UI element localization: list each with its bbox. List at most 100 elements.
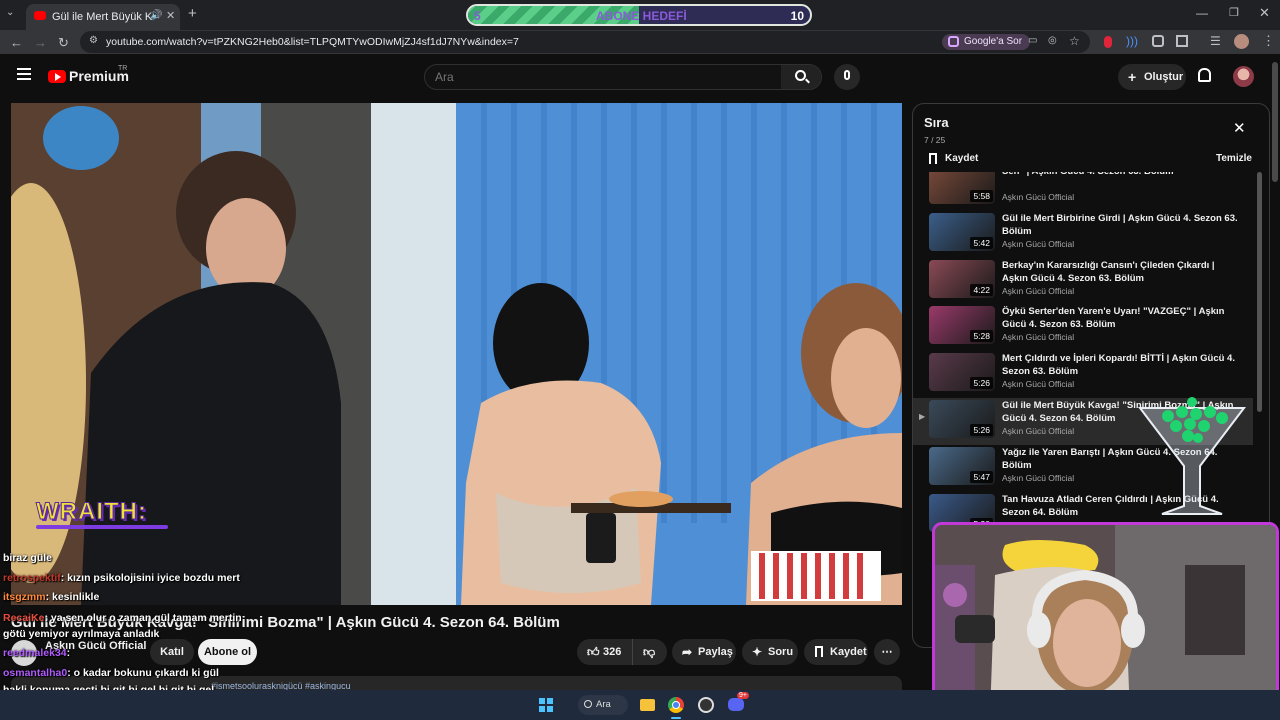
description-hashtags: #ismetsoolurasknigücü #askingucu bbox=[211, 681, 351, 690]
extensions-puzzle-icon[interactable]: ☰ bbox=[1210, 34, 1221, 48]
subscribe-button[interactable]: Abone ol bbox=[198, 639, 257, 665]
webcam-image bbox=[935, 525, 1276, 716]
taskbar-search[interactable]: Ara bbox=[578, 695, 628, 715]
bookmark-star-icon[interactable]: ☆ bbox=[1069, 34, 1080, 48]
share-arrow-icon: ➦ bbox=[682, 645, 693, 659]
plus-icon: + bbox=[1128, 69, 1137, 85]
dislike-button[interactable]: 👎︎ bbox=[637, 639, 665, 665]
extension-frame-icon[interactable] bbox=[1176, 35, 1188, 47]
app-circle-icon[interactable] bbox=[698, 697, 714, 713]
like-count: 326 bbox=[603, 646, 622, 658]
close-queue-icon[interactable]: ✕ bbox=[1233, 119, 1246, 137]
queue-item-title: Öykü Serter'den Yaren'e Uyarı! "VAZGEÇ" … bbox=[1002, 306, 1225, 331]
extension-wave-icon[interactable]: ))) bbox=[1126, 34, 1138, 48]
queue-item-channel: Aşkın Gücü Official bbox=[1002, 192, 1075, 202]
start-windows-icon[interactable] bbox=[539, 698, 553, 712]
extension-red-icon[interactable] bbox=[1104, 36, 1112, 48]
profile-avatar-icon[interactable] bbox=[1234, 34, 1249, 49]
youtube-play-icon bbox=[48, 70, 66, 83]
browser-tab-bar: ⌄ Gül ile Mert Büyük Kavga! "Sinirimi Bo… bbox=[0, 0, 1280, 30]
create-button[interactable]: + Oluştur bbox=[1118, 64, 1186, 90]
join-button[interactable]: Katıl bbox=[150, 639, 194, 665]
queue-item[interactable]: 5:28 Öykü Serter'den Yaren'e Uyarı! "VAZG… bbox=[913, 304, 1253, 351]
voice-search-button[interactable] bbox=[834, 64, 860, 90]
minimize-button[interactable]: — bbox=[1196, 6, 1208, 20]
share-label: Paylaş bbox=[698, 646, 733, 658]
discord-badge: 9+ bbox=[737, 692, 749, 699]
chat-message: reedmalek34: bbox=[3, 647, 70, 659]
queue-thumbnail: 5:26 bbox=[929, 400, 995, 438]
search-button[interactable] bbox=[781, 65, 821, 89]
chat-username: retrospektif bbox=[3, 572, 61, 584]
queue-scrollbar[interactable] bbox=[1257, 172, 1262, 412]
like-dislike-group: 👍︎ 326 👎︎ bbox=[577, 639, 667, 665]
chrome-icon[interactable] bbox=[668, 697, 684, 713]
queue-item-title: Mert Çıldırdı ve İpleri Kopardı! BİTTİ |… bbox=[1002, 353, 1235, 378]
microphone-icon bbox=[844, 70, 850, 80]
queue-item[interactable]: 5:42 Gül ile Mert Birbirine Girdi | Aşkın… bbox=[913, 211, 1253, 258]
queue-title: Sıra bbox=[924, 115, 949, 130]
google-ask-label: Google'a Sor bbox=[964, 36, 1023, 47]
share-button[interactable]: ➦ Paylaş bbox=[672, 639, 736, 665]
queue-item-channel: Aşkın Gücü Official bbox=[1002, 238, 1075, 249]
speaker-icon[interactable]: 🔊 bbox=[150, 10, 162, 21]
chat-message: biraz güle bbox=[3, 552, 52, 564]
discord-icon[interactable] bbox=[728, 698, 744, 711]
taskbar-search-label: Ara bbox=[596, 699, 611, 710]
forward-arrow-icon[interactable]: → bbox=[34, 35, 47, 50]
tab-close-icon[interactable]: ✕ bbox=[166, 9, 175, 22]
queue-duration: 5:58 bbox=[970, 190, 993, 202]
save-button[interactable]: Kaydet bbox=[804, 639, 868, 665]
more-actions-button[interactable]: ⋯ bbox=[874, 639, 900, 665]
reload-icon[interactable]: ↻ bbox=[58, 35, 69, 51]
thumbs-up-icon: 👍︎ bbox=[587, 645, 600, 659]
queue-thumbnail: 5:28 bbox=[929, 306, 995, 345]
maximize-button[interactable]: ❐ bbox=[1229, 6, 1239, 19]
queue-item-channel: Aşkın Gücü Official bbox=[1002, 472, 1075, 483]
clear-queue-button[interactable]: Temizle bbox=[1216, 153, 1252, 164]
file-explorer-icon[interactable] bbox=[640, 699, 655, 711]
wraith-text: WRAITH: bbox=[36, 498, 147, 526]
google-ask-button[interactable]: Google'a Sor bbox=[942, 34, 1031, 50]
page-scrollbar[interactable] bbox=[1272, 62, 1278, 182]
chat-username: RecaiKe bbox=[3, 612, 45, 624]
account-avatar[interactable] bbox=[1233, 66, 1254, 87]
browser-menu-icon[interactable]: ⋮ bbox=[1262, 33, 1275, 49]
queue-item[interactable]: 5:58 Sen" | Aşkın Gücü 4. Sezon 63. Bölüm… bbox=[913, 172, 1253, 211]
browser-tab-active[interactable]: Gül ile Mert Büyük Kavga! "Sinirimi Bozm… bbox=[26, 4, 180, 30]
like-button[interactable]: 👍︎ 326 bbox=[577, 639, 633, 665]
site-info-icon[interactable]: ⚙ bbox=[89, 35, 98, 46]
hamburger-menu-icon[interactable] bbox=[17, 68, 31, 80]
browser-toolbar: ← → ↻ ⚙ youtube.com/watch?v=tPZKNG2Heb0&… bbox=[0, 30, 1280, 54]
queue-duration: 5:42 bbox=[970, 236, 993, 249]
eye-off-icon[interactable]: ◎ bbox=[1048, 35, 1057, 46]
notifications-bell-icon[interactable] bbox=[1198, 68, 1211, 82]
back-arrow-icon[interactable]: ← bbox=[10, 35, 23, 50]
chat-text: : o kadar bokunu çıkardı ki gül bbox=[67, 667, 219, 679]
thumbs-down-icon: 👎︎ bbox=[643, 645, 656, 659]
chat-username: osmantalha0 bbox=[3, 667, 68, 679]
ask-button[interactable]: ✦ Soru bbox=[742, 639, 798, 665]
search-icon bbox=[584, 700, 592, 708]
chat-username: reedmalek34 bbox=[3, 647, 67, 659]
address-bar[interactable]: ⚙ youtube.com/watch?v=tPZKNG2Heb0&list=T… bbox=[80, 31, 1090, 53]
chat-message: osmantalha0: o kadar bokunu çıkardı ki g… bbox=[3, 667, 219, 679]
close-window-button[interactable]: ✕ bbox=[1259, 5, 1270, 21]
tab-list-button[interactable]: ⌄ bbox=[6, 7, 20, 21]
subscribe-label: Abone ol bbox=[203, 646, 252, 658]
queue-position: 7 / 25 bbox=[924, 135, 946, 145]
cast-icon[interactable]: ▭ bbox=[1028, 35, 1037, 46]
chat-text: biraz güle bbox=[3, 552, 53, 564]
queue-item[interactable]: 4:22 Berkay'ın Kararsızlığı Cansın'ı Çile… bbox=[913, 258, 1253, 305]
chat-text: : kızın psikolojisini iyice bozdu mert bbox=[60, 572, 240, 584]
queue-item-channel: Aşkın Gücü Official bbox=[1002, 332, 1075, 343]
create-label: Oluştur bbox=[1144, 71, 1184, 83]
search-input[interactable] bbox=[425, 65, 782, 89]
join-label: Katıl bbox=[160, 646, 184, 658]
new-tab-button[interactable]: + bbox=[188, 5, 197, 22]
save-playlist-label: Kaydet bbox=[945, 153, 979, 164]
extension-box-icon[interactable] bbox=[1152, 35, 1164, 47]
cocktail-glass-overlay bbox=[1137, 397, 1247, 515]
more-dots-icon: ⋯ bbox=[881, 646, 893, 658]
queue-item[interactable]: 5:26 Mert Çıldırdı ve İpleri Kopardı! BİT… bbox=[913, 351, 1253, 398]
